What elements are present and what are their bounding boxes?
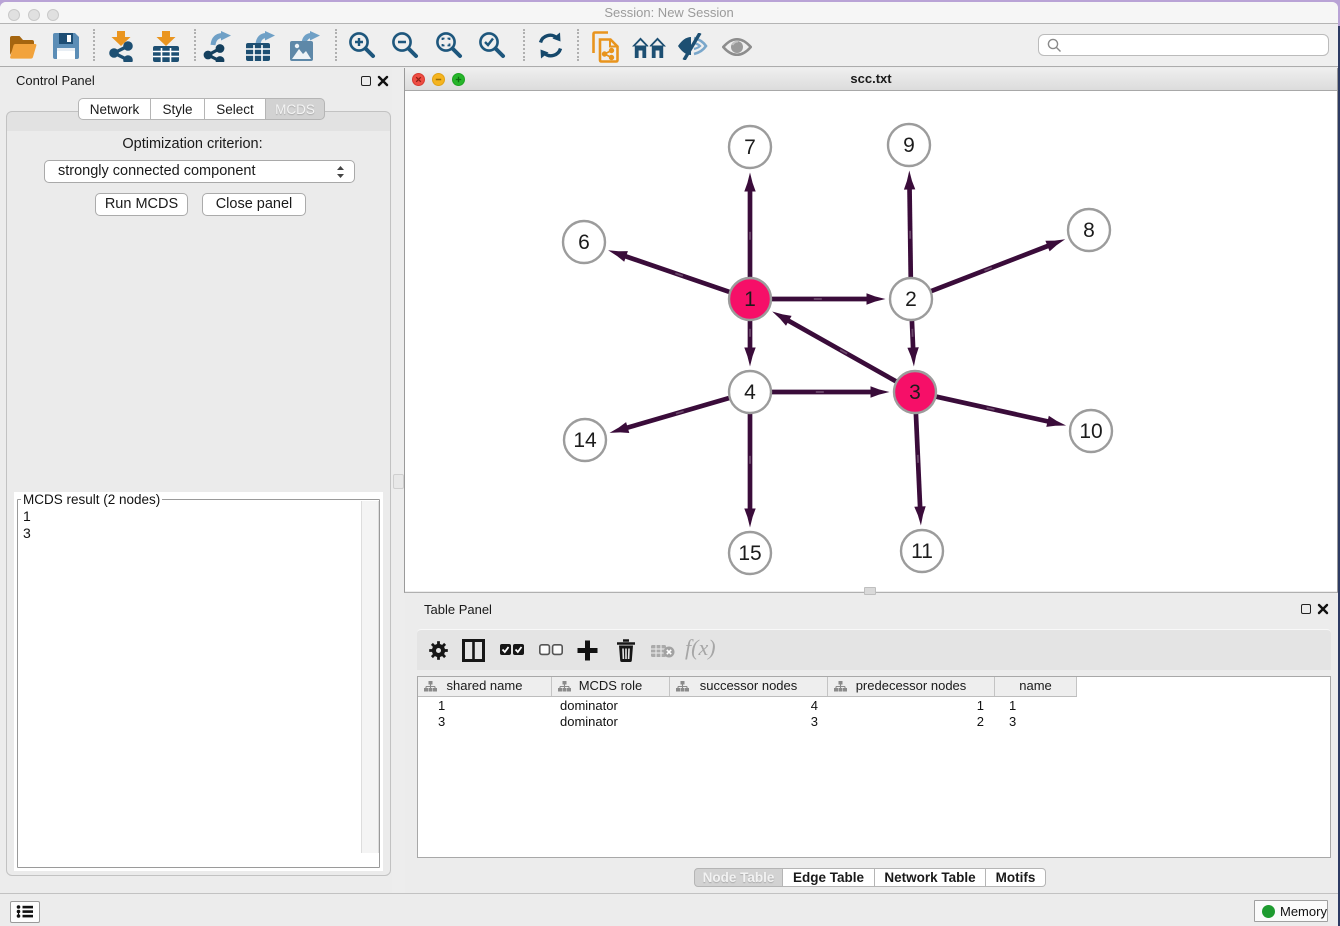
svg-text:15: 15: [738, 542, 761, 565]
svg-text:9: 9: [903, 134, 915, 157]
svg-text:1: 1: [744, 288, 756, 311]
svg-text:2: 2: [905, 288, 917, 311]
svg-text:11: 11: [911, 540, 933, 563]
svg-text:3: 3: [909, 381, 921, 404]
svg-text:4: 4: [744, 381, 756, 404]
svg-text:14: 14: [573, 429, 597, 452]
svg-text:7: 7: [744, 136, 756, 159]
svg-text:8: 8: [1083, 219, 1095, 242]
svg-text:6: 6: [578, 231, 590, 254]
svg-text:10: 10: [1079, 420, 1102, 443]
